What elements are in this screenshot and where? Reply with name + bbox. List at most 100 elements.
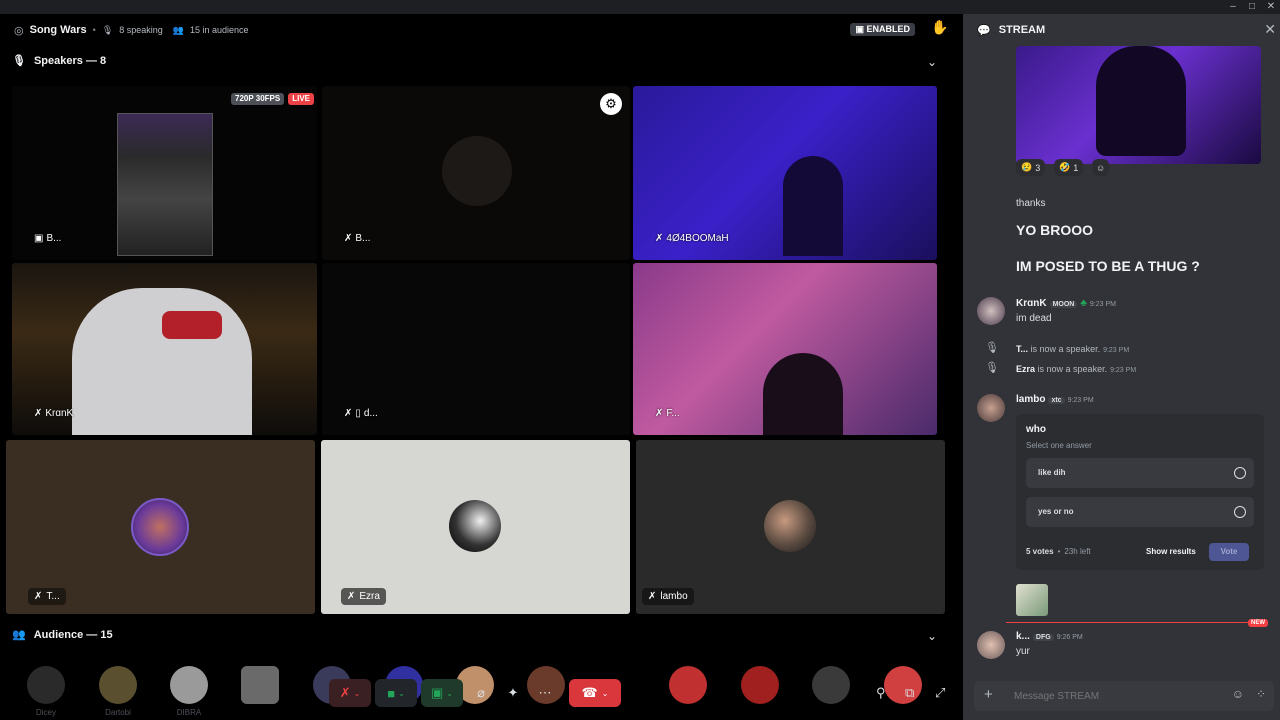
tile-name: ✗ KrɑnK	[34, 408, 73, 419]
audience-avatar[interactable]	[812, 666, 850, 704]
guild-tag: xtc	[1048, 397, 1065, 404]
stage-icon: ◎	[14, 24, 24, 37]
face-shape	[442, 136, 512, 206]
message-header: KrɑnK MOON ♣ 9:23 PM	[1016, 298, 1116, 309]
new-messages-divider	[1006, 622, 1257, 623]
add-attachment-icon[interactable]: +	[984, 686, 993, 703]
close-window-button[interactable]: ✕	[1262, 0, 1280, 14]
stage-area: ◎ Song Wars • 🎙 8 speaking 👥 15 in audie…	[0, 14, 955, 720]
chevron-down-icon[interactable]: ⌄	[927, 55, 937, 69]
gear-icon[interactable]: ⚙	[600, 93, 622, 115]
deafen-button[interactable]: ⌀	[467, 679, 495, 707]
speaker-icon: 🎙	[985, 342, 999, 354]
radio-icon[interactable]	[1234, 506, 1246, 518]
tile-name-text: B...	[46, 233, 62, 244]
mute-icon: ✗	[648, 591, 657, 602]
mute-icon: ✗	[347, 591, 356, 602]
system-text: is now a speaker.	[1037, 364, 1108, 374]
message-heading: IM POSED TO BE A THUG ?	[1016, 258, 1200, 274]
tile-name: ✗ 4Ø4BOOMaH	[655, 233, 729, 244]
chevron-down-icon[interactable]: ⌄	[927, 629, 937, 643]
close-icon[interactable]: ✕	[1264, 21, 1276, 38]
audience-name: Dartobi	[105, 708, 131, 717]
chat-image-attachment[interactable]	[1016, 46, 1261, 164]
activities-button[interactable]: ✦	[499, 679, 527, 707]
new-badge: NEW	[1248, 619, 1268, 627]
speaker-tile-krank[interactable]: ✗ KrɑnK	[12, 263, 317, 435]
screenshare-button[interactable]: ▣ ⌄	[421, 679, 463, 707]
leave-call-button[interactable]: ☎ ⌄	[569, 679, 621, 707]
poll-option-label: yes or no	[1038, 507, 1074, 516]
avatar[interactable]	[977, 394, 1005, 422]
avatar[interactable]	[977, 297, 1005, 325]
reaction-crying[interactable]: 😢 3	[1016, 159, 1046, 176]
message-author[interactable]: lambo	[1016, 394, 1045, 405]
speakers-header[interactable]: 🎙 Speakers — 8	[12, 54, 106, 68]
audience-avatar[interactable]	[669, 666, 707, 704]
apps-icon[interactable]: ⁘	[1256, 687, 1266, 701]
speaker-tile-b[interactable]: ✗ B...	[322, 86, 630, 260]
cap-shape	[162, 311, 222, 339]
show-results-button[interactable]: Show results	[1146, 547, 1196, 556]
maximize-button[interactable]: □	[1243, 0, 1261, 14]
stage-header: ◎ Song Wars • 🎙 8 speaking 👥 15 in audie…	[0, 14, 955, 46]
poll-option[interactable]: yes or no	[1026, 497, 1254, 527]
poll-option-label: like dih	[1038, 468, 1066, 477]
poll-footer: 5 votes • 23h left	[1026, 547, 1091, 556]
chat-bubble-icon: 💬	[977, 24, 991, 37]
add-reaction-button[interactable]: ☺	[1092, 159, 1110, 176]
raise-hand-icon[interactable]: ✋	[929, 19, 951, 41]
tile-name-text: T...	[46, 591, 60, 602]
speaker-tile-boomah[interactable]: ✗ 4Ø4BOOMaH	[633, 86, 937, 260]
avatar[interactable]	[977, 631, 1005, 659]
emoji-icon[interactable]: ☺	[1232, 687, 1244, 701]
audience-avatar[interactable]	[741, 666, 779, 704]
avatar	[131, 498, 189, 556]
radio-icon[interactable]	[1234, 467, 1246, 479]
more-icon: ⋯	[538, 685, 552, 700]
audience-avatar[interactable]	[27, 666, 65, 704]
call-controls: ✗ ⌄ ■ ⌄ ▣ ⌄ ⌀ ✦ ⋯ ☎ ⌄	[329, 678, 621, 708]
popout-icon[interactable]: ⧉	[905, 685, 914, 701]
minimize-button[interactable]: –	[1224, 0, 1242, 14]
speaker-tile-lambo[interactable]: ✗ lambo	[636, 440, 945, 614]
poll-option[interactable]: like dih	[1026, 458, 1254, 488]
message-header: lambo xtc 9:23 PM	[1016, 394, 1094, 405]
add-reaction-icon: ☺	[1096, 162, 1106, 173]
audience-avatar[interactable]	[241, 666, 279, 704]
message-input[interactable]	[1014, 687, 1214, 705]
audience-count: 15 in audience	[190, 25, 249, 35]
poll-card: who Select one answer like dih yes or no…	[1016, 414, 1264, 570]
message-author[interactable]: KrɑnK	[1016, 298, 1047, 309]
fullscreen-icon[interactable]: ⤢	[935, 685, 945, 701]
speaker-tile-ezra[interactable]: ✗ Ezra	[321, 440, 630, 614]
speaker-tile-t[interactable]: ✗ T...	[6, 440, 315, 614]
audience-avatar[interactable]	[884, 666, 922, 704]
image-attachment[interactable]	[1016, 584, 1048, 616]
speaker-tile-screenshare[interactable]: ▣ B...	[12, 86, 317, 260]
message-time: 9:26 PM	[1056, 634, 1083, 641]
system-user[interactable]: Ezra	[1016, 364, 1035, 374]
people-icon: 👥	[172, 24, 185, 35]
audience-header[interactable]: 👥 Audience — 15	[12, 628, 113, 642]
screen-icon: ▣	[34, 233, 44, 244]
message-author[interactable]: k...	[1016, 631, 1030, 642]
audience-avatar[interactable]	[170, 666, 208, 704]
camera-button[interactable]: ■ ⌄	[375, 679, 417, 707]
tile-name: ✗ ▯ d...	[344, 408, 378, 419]
speaker-tile-f[interactable]: ✗ F...	[633, 263, 937, 435]
system-user[interactable]: T...	[1016, 344, 1028, 354]
reaction-laughing[interactable]: 🤣 1	[1054, 159, 1084, 176]
mute-mic-button[interactable]: ✗ ⌄	[329, 679, 371, 707]
speaker-tile-d[interactable]: ✗ ▯ d...	[322, 263, 630, 435]
audience-avatar[interactable]	[99, 666, 137, 704]
mute-icon: ✗	[34, 591, 43, 602]
person-shape	[72, 288, 252, 435]
message-time: 9:23 PM	[1089, 301, 1116, 308]
camera-icon: ■	[387, 685, 396, 701]
pin-icon[interactable]: ⚲	[876, 685, 886, 701]
message-time: 9:23 PM	[1110, 367, 1137, 374]
phone-icon: ▯	[355, 408, 361, 419]
more-button[interactable]: ⋯	[531, 679, 559, 707]
vote-button[interactable]: Vote	[1209, 543, 1249, 561]
